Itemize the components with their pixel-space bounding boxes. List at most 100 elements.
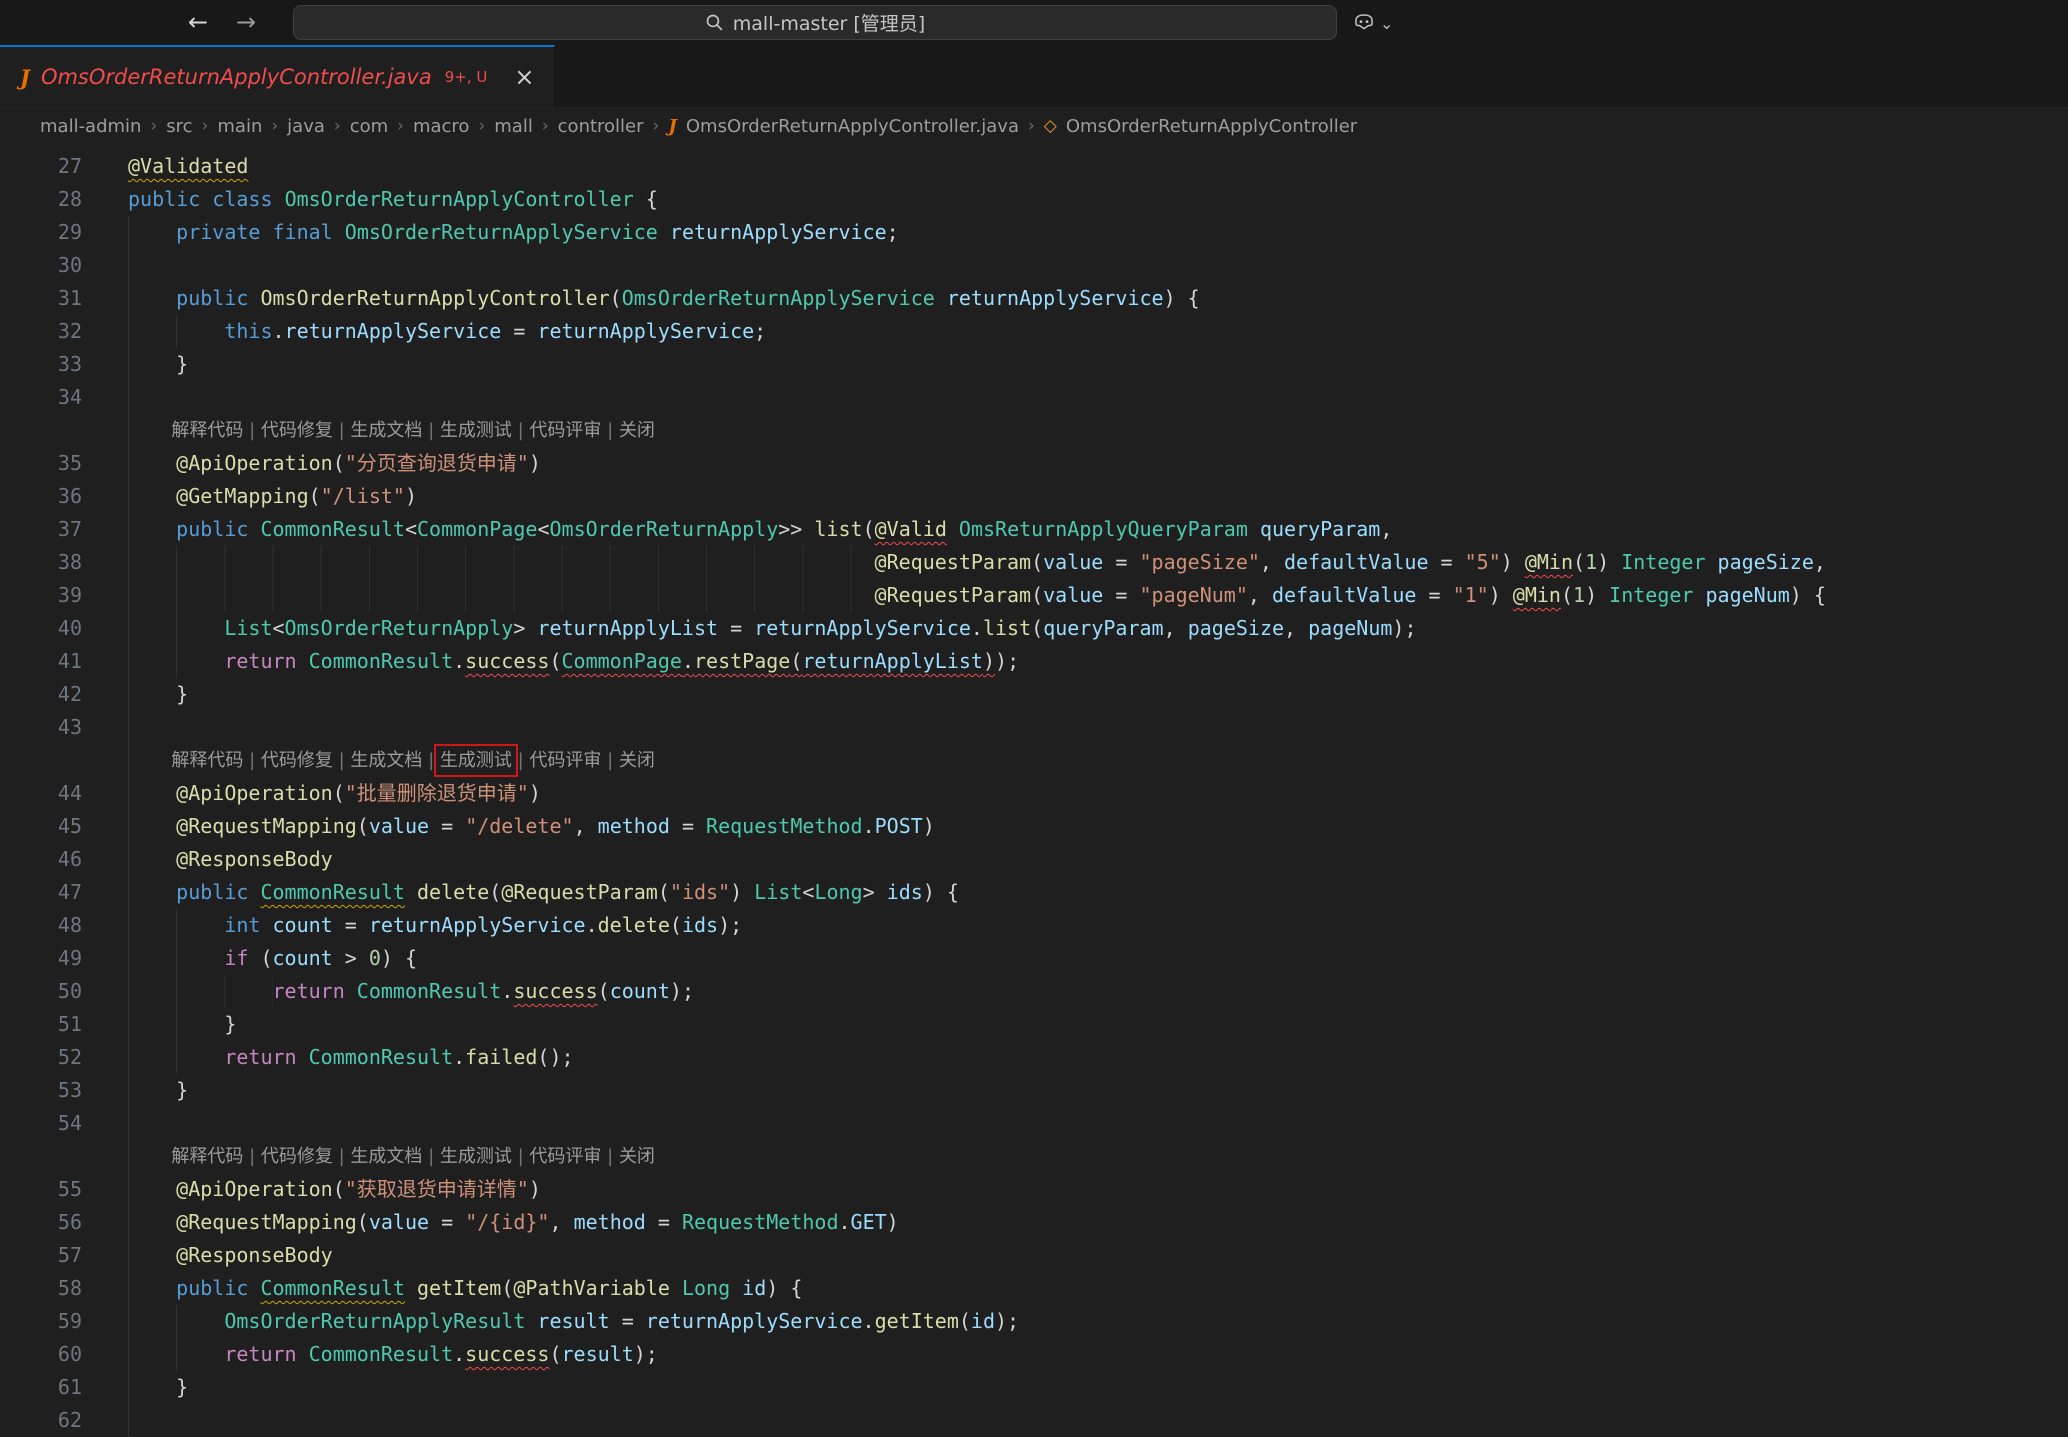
breadcrumb-item[interactable]: mall-admin [40, 116, 141, 137]
code-token: ( [610, 286, 622, 310]
codelens-action[interactable]: 代码修复 [261, 1146, 333, 1167]
command-center-search[interactable]: mall-master [管理员] [293, 5, 1337, 40]
code-line: @GetMapping("/list") [128, 480, 417, 513]
code-token: ); [718, 913, 742, 937]
code-token: public [176, 517, 248, 541]
line-number: 39 [0, 579, 82, 612]
code-row: 37 public CommonResult<CommonPage<OmsOrd… [0, 513, 2068, 546]
codelens-action[interactable]: 生成文档 [350, 750, 422, 771]
codelens-row: 解释代码 | 代码修复 | 生成文档 | 生成测试 | 代码评审 | 关闭 [0, 414, 2068, 447]
code-token [200, 187, 212, 211]
breadcrumb-separator-icon: › [478, 116, 485, 136]
code-row: 54 [0, 1107, 2068, 1140]
line-number: 62 [0, 1404, 82, 1437]
code-token: 1 [1573, 583, 1585, 607]
codelens-action[interactable]: 关闭 [619, 420, 655, 441]
tab-oms-order-return-apply-controller[interactable]: J OmsOrderReturnApplyController.java 9+,… [0, 45, 555, 107]
indent-guides [128, 282, 176, 315]
codelens-action[interactable]: 生成测试 [440, 750, 512, 771]
code-token: ) [887, 1210, 899, 1234]
code-token: ) { [766, 1276, 802, 1300]
codelens-action[interactable]: 代码修复 [261, 420, 333, 441]
code-token: ( [1031, 583, 1043, 607]
breadcrumb-symbol[interactable]: OmsOrderReturnApplyController [1066, 116, 1357, 137]
code-token: ( [670, 913, 682, 937]
code-token: queryParam [1260, 517, 1380, 541]
code-token: int [224, 913, 260, 937]
code-token: "/delete" [465, 814, 573, 838]
code-token: OmsReturnApplyQueryParam [959, 517, 1248, 541]
code-token: delete [417, 880, 489, 904]
close-icon[interactable]: × [514, 65, 534, 89]
code-token: "pageNum" [1139, 583, 1247, 607]
codelens-action[interactable]: 生成文档 [350, 1146, 422, 1167]
breadcrumb-item[interactable]: controller [558, 116, 644, 137]
breadcrumb-item[interactable]: main [217, 116, 262, 137]
breadcrumb-item[interactable]: src [166, 116, 192, 137]
code-token: private [176, 220, 260, 244]
breadcrumb-item[interactable]: macro [413, 116, 469, 137]
code-token [1248, 517, 1260, 541]
codelens-action[interactable]: 代码评审 [529, 750, 601, 771]
code-token: . [453, 1342, 465, 1366]
code-token: . [501, 979, 513, 1003]
code-token: . [863, 814, 875, 838]
codelens-action[interactable]: 关闭 [619, 750, 655, 771]
codelens-action[interactable]: 代码修复 [261, 750, 333, 771]
codelens-action[interactable]: 解释代码 [171, 420, 243, 441]
code-row: 44 @ApiOperation("批量删除退货申请") [0, 777, 2068, 810]
breadcrumb-separator-icon: › [542, 116, 549, 136]
codelens-action[interactable]: 解释代码 [171, 750, 243, 771]
indent-guides [128, 711, 176, 744]
codelens-action[interactable]: 生成文档 [350, 420, 422, 441]
code-line: @ApiOperation("获取退货申请详情") [128, 1173, 541, 1206]
code-token: defaultValue [1284, 550, 1429, 574]
forward-arrow-button[interactable]: → [226, 0, 266, 45]
code-token: < [802, 880, 814, 904]
code-token [333, 220, 345, 244]
codelens-action[interactable]: 关闭 [619, 1146, 655, 1167]
code-token: ) [1585, 583, 1609, 607]
line-number: 36 [0, 480, 82, 513]
code-row: 52 return CommonResult.failed(); [0, 1041, 2068, 1074]
code-token: count [273, 913, 333, 937]
code-token: delete [598, 913, 670, 937]
code-token: @ApiOperation [176, 1177, 333, 1201]
code-line: @RequestParam(value = "pageSize", defaul… [128, 546, 1826, 579]
breadcrumb-item[interactable]: com [350, 116, 388, 137]
code-token: pageSize [1188, 616, 1284, 640]
line-number: 60 [0, 1338, 82, 1371]
codelens-action[interactable]: 代码评审 [529, 420, 601, 441]
code-token [260, 913, 272, 937]
indent-guides [128, 480, 176, 513]
codelens-action[interactable]: 生成测试 [440, 420, 512, 441]
code-row: 58 public CommonResult getItem(@PathVari… [0, 1272, 2068, 1305]
editor-code[interactable]: 27@Validated28public class OmsOrderRetur… [0, 144, 2068, 1437]
code-token: returnApplyService [646, 1309, 863, 1333]
code-token: | [512, 1146, 530, 1167]
indent-guides [128, 1272, 176, 1305]
codelens-action[interactable]: 解释代码 [171, 1146, 243, 1167]
code-token: OmsOrderReturnApplyService [622, 286, 935, 310]
codelens-action[interactable]: 生成测试 [440, 1146, 512, 1167]
indent-guides [128, 579, 875, 612]
java-file-icon: J [20, 65, 30, 90]
breadcrumb-item[interactable]: java [287, 116, 325, 137]
code-token: "1" [1453, 583, 1489, 607]
code-token: ( [333, 451, 345, 475]
code-token: getItem [417, 1276, 501, 1300]
breadcrumb-item[interactable]: mall [494, 116, 533, 137]
breadcrumb-separator-icon: › [653, 116, 660, 136]
code-line: this.returnApplyService = returnApplySer… [128, 315, 766, 348]
code-line: @RequestMapping(value = "/delete", metho… [128, 810, 935, 843]
copilot-menu-button[interactable]: ⌄ [1352, 7, 1393, 39]
code-token [1706, 550, 1718, 574]
breadcrumb-file[interactable]: OmsOrderReturnApplyController.java [686, 116, 1019, 137]
code-line [128, 711, 176, 744]
back-arrow-button[interactable]: ← [178, 0, 218, 45]
indent-guides [128, 249, 176, 282]
code-line: public CommonResult delete(@RequestParam… [128, 876, 959, 909]
codelens-action[interactable]: 代码评审 [529, 1146, 601, 1167]
code-token: @ApiOperation [176, 781, 333, 805]
code-token [248, 1276, 260, 1300]
